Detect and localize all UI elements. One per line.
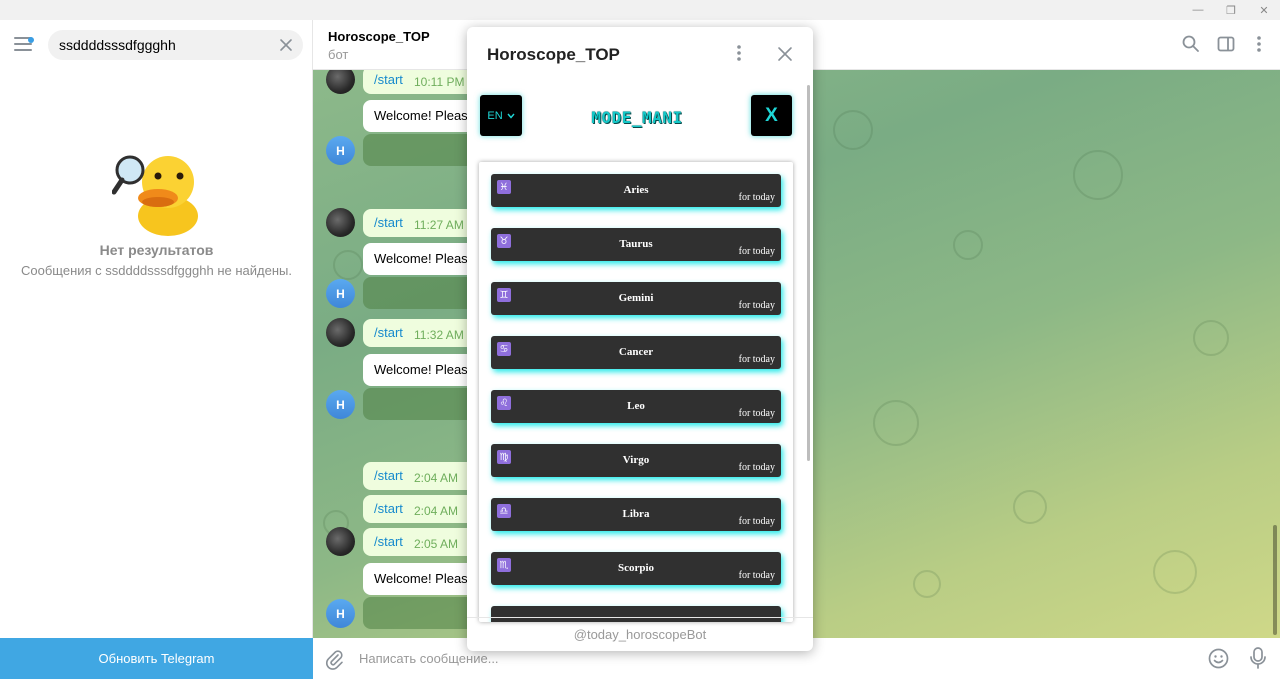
webapp-title: Horoscope_TOP: [487, 45, 620, 64]
message-time: 11:27 AM: [414, 218, 464, 232]
inline-keyboard-button[interactable]: [363, 597, 483, 629]
restore-button[interactable]: ❐: [1217, 0, 1245, 20]
zodiac-button-aries[interactable]: ♓ Aries for today: [491, 174, 781, 207]
bot-username: @today_horoscopeBot: [467, 617, 813, 651]
update-telegram-button[interactable]: Обновить Telegram: [0, 638, 313, 679]
command-link[interactable]: /start: [374, 72, 403, 87]
zodiac-name: Taurus: [619, 238, 653, 250]
microphone-icon[interactable]: [1248, 646, 1268, 671]
minimize-button[interactable]: —: [1184, 0, 1212, 20]
chevron-down-icon: [507, 113, 515, 119]
user-avatar[interactable]: [326, 318, 355, 347]
search-box: [48, 30, 303, 60]
command-link[interactable]: /start: [374, 325, 403, 340]
zodiac-subtitle: for today: [738, 300, 775, 311]
bot-avatar[interactable]: H: [326, 136, 355, 165]
outgoing-message[interactable]: /start 2:04 AM: [363, 462, 483, 490]
close-icon[interactable]: [774, 43, 796, 65]
message-time: 2:05 AM: [414, 537, 459, 551]
more-vertical-icon[interactable]: [1249, 34, 1269, 54]
message-input[interactable]: [359, 648, 659, 668]
outgoing-message[interactable]: /start 11:27 AM: [363, 209, 483, 237]
zodiac-button-taurus[interactable]: ♉ Taurus for today: [491, 228, 781, 261]
outgoing-message[interactable]: /start 2:05 AM: [363, 528, 483, 556]
zodiac-subtitle: for today: [738, 570, 775, 581]
message-time: 11:32 AM: [414, 328, 464, 342]
search-icon[interactable]: [1181, 34, 1201, 54]
no-results-description: Сообщения с ssddddsssdfggghh не найдены.: [21, 263, 292, 278]
unread-dot: [28, 37, 34, 43]
zodiac-subtitle: for today: [738, 246, 775, 257]
user-avatar[interactable]: [326, 208, 355, 237]
chat-scrollbar[interactable]: [1273, 525, 1277, 635]
zodiac-button-leo[interactable]: ♌ Leo for today: [491, 390, 781, 423]
zodiac-button-libra[interactable]: ♎ Libra for today: [491, 498, 781, 531]
zodiac-subtitle: for today: [738, 408, 775, 419]
zodiac-subtitle: for today: [738, 516, 775, 527]
chat-subtitle: бот: [328, 47, 349, 62]
message-text: Welcome! Please: [374, 362, 475, 377]
message-time: 10:11 PM: [414, 75, 465, 89]
zodiac-subtitle: for today: [738, 462, 775, 473]
bot-avatar[interactable]: H: [326, 599, 355, 628]
sidebar: Нет результатов Сообщения с ssddddsssdfg…: [0, 20, 313, 679]
zodiac-subtitle: for today: [738, 354, 775, 365]
outgoing-message[interactable]: /start 10:11 PM: [363, 70, 483, 94]
user-avatar[interactable]: [326, 70, 355, 94]
zodiac-name: Gemini: [618, 292, 654, 304]
zodiac-name: Aries: [623, 184, 649, 196]
search-input[interactable]: [59, 30, 269, 60]
message-time: 2:04 AM: [414, 504, 459, 518]
message-text: Welcome! Please: [374, 251, 475, 266]
incoming-message[interactable]: Welcome! Please: [363, 354, 483, 386]
zodiac-name: Virgo: [622, 454, 650, 466]
command-link[interactable]: /start: [374, 501, 403, 516]
incoming-message[interactable]: Welcome! Please: [363, 243, 483, 275]
webapp-modal: Horoscope_TOP EN MODE_MANI X ♓ Aries for…: [467, 27, 813, 651]
attach-icon[interactable]: [323, 648, 345, 670]
zodiac-list: ♓ Aries for today ♉ Taurus for today ♊ G…: [479, 162, 793, 622]
sidebar-toggle-icon[interactable]: [1216, 34, 1236, 54]
message-text: Welcome! Please: [374, 571, 475, 586]
command-link[interactable]: /start: [374, 215, 403, 230]
command-link[interactable]: /start: [374, 468, 403, 483]
clear-search-icon[interactable]: [277, 36, 295, 54]
emoji-icon[interactable]: [1207, 647, 1230, 670]
zodiac-name: Scorpio: [617, 562, 655, 574]
command-link[interactable]: /start: [374, 534, 403, 549]
zodiac-button-scorpio[interactable]: ♏ Scorpio for today: [491, 552, 781, 585]
outgoing-message[interactable]: /start 11:32 AM: [363, 319, 483, 347]
inline-keyboard-button[interactable]: [363, 277, 483, 309]
message-text: Welcome! Please: [374, 108, 475, 123]
message-time: 2:04 AM: [414, 471, 459, 485]
outgoing-message[interactable]: /start 2:04 AM: [363, 495, 483, 523]
zodiac-name: Leo: [627, 400, 645, 412]
window-close-button[interactable]: ✕: [1250, 0, 1278, 20]
more-vertical-icon[interactable]: [729, 43, 749, 63]
zodiac-name: Libra: [622, 508, 650, 520]
bot-avatar[interactable]: H: [326, 279, 355, 308]
x-button[interactable]: X: [751, 95, 792, 136]
zodiac-button-virgo[interactable]: ♍ Virgo for today: [491, 444, 781, 477]
chat-title[interactable]: Horoscope_TOP: [328, 29, 430, 44]
inline-keyboard-button[interactable]: [363, 134, 483, 166]
inline-keyboard-button[interactable]: [363, 388, 483, 420]
webapp-scrollbar[interactable]: [807, 85, 810, 461]
bot-avatar[interactable]: H: [326, 390, 355, 419]
window-titlebar: — ❐ ✕: [0, 0, 1280, 20]
user-avatar[interactable]: [326, 527, 355, 556]
language-label: EN: [487, 109, 503, 122]
language-select[interactable]: EN: [480, 95, 522, 136]
zodiac-name: Cancer: [618, 346, 654, 358]
no-results-title: Нет результатов: [99, 242, 214, 258]
zodiac-button-cancer[interactable]: ♋ Cancer for today: [491, 336, 781, 369]
duck-magnifier-icon: [112, 155, 198, 236]
zodiac-subtitle: for today: [738, 192, 775, 203]
brand-title: MODE_MANI: [591, 108, 683, 127]
incoming-message[interactable]: Welcome! Please: [363, 563, 483, 595]
zodiac-button-gemini[interactable]: ♊ Gemini for today: [491, 282, 781, 315]
incoming-message[interactable]: Welcome! Please: [363, 100, 483, 132]
